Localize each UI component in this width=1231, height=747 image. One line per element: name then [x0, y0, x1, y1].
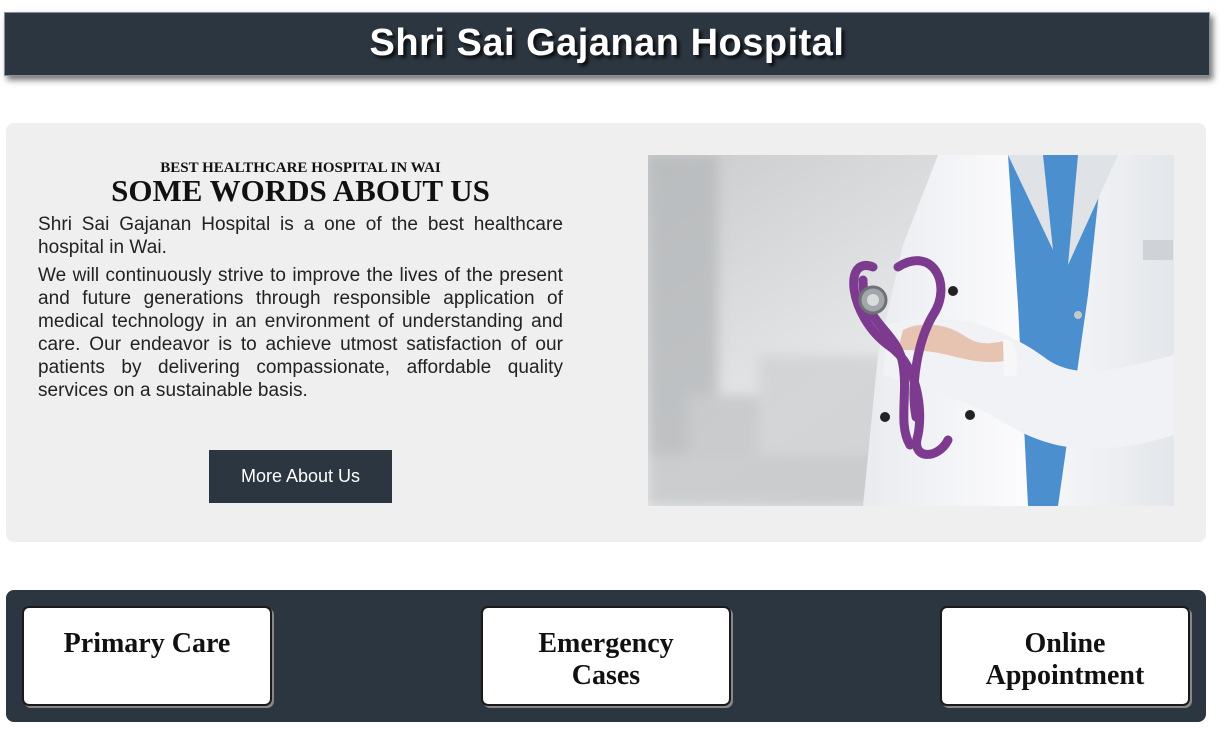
site-header: Shri Sai Gajanan Hospital	[4, 12, 1210, 76]
about-paragraph-1: Shri Sai Gajanan Hospital is a one of th…	[38, 214, 563, 258]
about-paragraph-2: We will continuously strive to improve t…	[38, 265, 563, 401]
services-bar: Primary Care Emergency Cases Online Appo…	[6, 590, 1206, 722]
more-about-us-button[interactable]: More About Us	[209, 450, 392, 503]
online-appointment-label: Online Appointment	[985, 628, 1145, 691]
about-heading: SOME WORDS ABOUT US	[111, 173, 490, 208]
emergency-cases-label: Emergency Cases	[538, 628, 674, 691]
about-section: BEST HEALTHCARE HOSPITAL IN WAI SOME WOR…	[6, 123, 1206, 542]
emergency-cases-card[interactable]: Emergency Cases	[481, 606, 731, 706]
primary-care-label: Primary Care	[63, 628, 231, 659]
doctor-photo	[648, 155, 1174, 506]
primary-care-card[interactable]: Primary Care	[22, 606, 272, 706]
about-text-block: BEST HEALTHCARE HOSPITAL IN WAI SOME WOR…	[38, 159, 563, 402]
online-appointment-card[interactable]: Online Appointment	[940, 606, 1190, 706]
site-title: Shri Sai Gajanan Hospital	[369, 21, 845, 64]
